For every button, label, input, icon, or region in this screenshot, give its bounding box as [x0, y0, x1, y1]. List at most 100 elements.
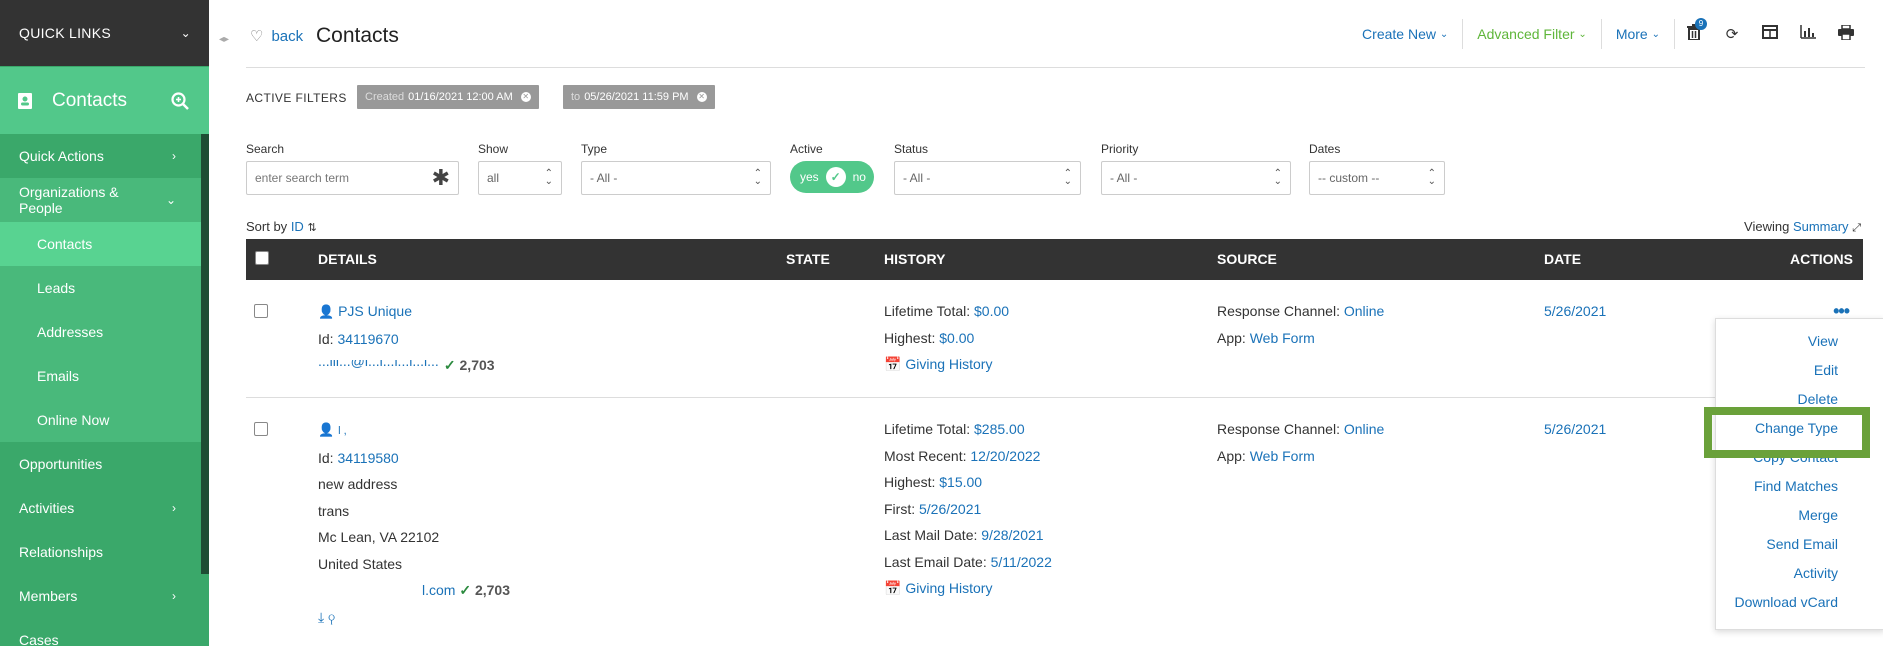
sidebar-item-relationships[interactable]: Relationships	[0, 530, 201, 574]
menu-item-view[interactable]: View	[1808, 333, 1838, 349]
sidebar-item-members[interactable]: Members ›	[0, 574, 201, 618]
type-select[interactable]: - All - ⌃ ⌄	[581, 161, 771, 195]
source-value[interactable]: Web Form	[1250, 330, 1315, 346]
history-value[interactable]: 5/26/2021	[919, 501, 981, 517]
chip-label: Created	[365, 91, 405, 103]
heart-icon[interactable]: ♡	[250, 27, 263, 45]
map-pin-icon[interactable]: ⚲	[328, 609, 335, 625]
email-link[interactable]: ...ili...@l...i...l...l...l...	[318, 360, 440, 370]
search-input[interactable]: enter search term ✱	[246, 161, 459, 195]
sidebar-item-label: Members	[19, 588, 78, 604]
active-toggle[interactable]: yes ✓ no	[790, 161, 874, 193]
history-value[interactable]: 9/28/2021	[981, 527, 1043, 543]
expand-icon[interactable]: ⤢	[1852, 222, 1861, 234]
chevron-down-icon: ⌄	[1651, 28, 1660, 40]
dates-select[interactable]: -- custom -- ⌃ ⌄	[1309, 161, 1445, 195]
menu-item-find-matches[interactable]: Find Matches	[1754, 478, 1838, 494]
chart-button[interactable]	[1789, 25, 1827, 43]
source-value[interactable]: Web Form	[1250, 448, 1315, 464]
menu-item-merge[interactable]: Merge	[1798, 507, 1838, 523]
viewing-mode-link[interactable]: Summary	[1793, 219, 1849, 234]
column-history[interactable]: HISTORY	[884, 251, 945, 267]
history-value[interactable]: 12/20/2022	[970, 448, 1040, 464]
actions-dropdown: View Edit Delete Change Type Copy Contac…	[1715, 318, 1883, 630]
refresh-button[interactable]: ⟳	[1713, 25, 1751, 43]
giving-history-label: Giving History	[905, 356, 993, 372]
sidebar-item-cases[interactable]: Cases	[0, 618, 201, 646]
print-button[interactable]	[1827, 23, 1865, 44]
remove-filter-icon[interactable]: ✕	[696, 92, 707, 102]
contact-name-link[interactable]: PJS Unique	[338, 303, 412, 319]
remove-filter-icon[interactable]: ✕	[520, 92, 531, 102]
select-all-checkbox[interactable]	[255, 251, 269, 265]
giving-history-link[interactable]: 📅 Giving History	[884, 580, 992, 596]
quick-links-toggle[interactable]: QUICK LINKS ⌄	[0, 0, 209, 66]
sort-field-link[interactable]: ID	[291, 219, 304, 234]
details-cell: 👤 PJS Unique Id: 34119670 ...ili...@l...…	[318, 298, 495, 379]
collapse-sidebar-icon[interactable]: ◂▸	[219, 34, 229, 45]
source-value[interactable]: Online	[1344, 421, 1384, 437]
create-new-button[interactable]: Create New ⌄	[1348, 26, 1462, 42]
column-date[interactable]: DATE	[1544, 251, 1581, 267]
sidebar-item-opportunities[interactable]: Opportunities	[0, 442, 201, 486]
sidebar-item-leads[interactable]: Leads	[0, 266, 201, 310]
history-cell: Lifetime Total: $285.00 Most Recent: 12/…	[884, 416, 1052, 602]
filter-chip-created[interactable]: Created 01/16/2021 12:00 AM ✕	[357, 85, 539, 109]
column-source[interactable]: SOURCE	[1217, 251, 1277, 267]
sidebar-item-emails[interactable]: Emails	[0, 354, 201, 398]
history-label: Last Mail Date:	[884, 527, 978, 543]
sidebar-item-online-now[interactable]: Online Now	[0, 398, 201, 442]
priority-select[interactable]: - All - ⌃ ⌄	[1101, 161, 1291, 195]
date-link[interactable]: 5/26/2021	[1544, 421, 1606, 437]
row-checkbox[interactable]	[254, 304, 268, 318]
sidebar-item-activities[interactable]: Activities ›	[0, 486, 201, 530]
status-select[interactable]: - All - ⌃ ⌄	[894, 161, 1081, 195]
sidebar-item-quick-actions[interactable]: Quick Actions ›	[0, 134, 201, 178]
trash-button[interactable]: 9	[1675, 18, 1713, 44]
sidebar-item-contacts[interactable]: Contacts	[0, 222, 201, 266]
email-link[interactable]: l.com	[422, 582, 455, 598]
history-value[interactable]: 5/11/2022	[991, 554, 1052, 570]
download-icon[interactable]: ⤓	[318, 609, 324, 625]
more-label: More	[1615, 26, 1648, 42]
menu-item-download-vcard[interactable]: Download vCard	[1735, 594, 1839, 610]
menu-item-delete[interactable]: Delete	[1798, 391, 1838, 407]
column-state[interactable]: STATE	[786, 251, 830, 267]
bar-chart-icon	[1800, 25, 1816, 39]
sidebar-item-label: Opportunities	[19, 456, 103, 472]
sort-label: Sort by	[246, 219, 288, 234]
check-icon: ✓	[459, 582, 472, 598]
column-details[interactable]: DETAILS	[318, 251, 377, 267]
sort-order-icon[interactable]: ⇅	[307, 222, 316, 234]
history-value[interactable]: $0.00	[974, 303, 1009, 319]
sidebar-item-organizations-people[interactable]: Organizations & People ⌄	[0, 178, 201, 222]
contact-id-link[interactable]: 34119670	[337, 331, 398, 347]
priority-value: - All -	[1110, 171, 1138, 185]
sidebar-item-addresses[interactable]: Addresses	[0, 310, 201, 354]
search-zoom-icon[interactable]	[171, 91, 189, 110]
status-value: - All -	[903, 171, 931, 185]
filter-chip-to[interactable]: to 05/26/2021 11:59 PM ✕	[563, 85, 715, 109]
history-value[interactable]: $0.00	[939, 330, 974, 346]
menu-item-send-email[interactable]: Send Email	[1766, 536, 1838, 552]
menu-item-edit[interactable]: Edit	[1814, 362, 1838, 378]
row-checkbox[interactable]	[254, 422, 268, 436]
table-view-button[interactable]	[1751, 25, 1789, 43]
more-button[interactable]: More ⌄	[1602, 26, 1674, 42]
contact-name-link[interactable]: l ,	[338, 425, 347, 437]
history-value[interactable]: $285.00	[974, 421, 1025, 437]
giving-history-link[interactable]: 📅 Giving History	[884, 356, 992, 372]
advanced-filter-button[interactable]: Advanced Filter ⌄	[1463, 26, 1601, 42]
show-select[interactable]: all ⌃ ⌄	[478, 161, 562, 195]
contact-id-link[interactable]: 34119580	[337, 450, 398, 466]
back-link[interactable]: ♡ back	[250, 27, 303, 46]
menu-item-activity[interactable]: Activity	[1794, 565, 1838, 581]
chevron-down-icon: ⌄	[1578, 28, 1587, 40]
source-label: App:	[1217, 447, 1246, 464]
source-value[interactable]: Online	[1344, 303, 1384, 319]
sidebar-item-label: Quick Actions	[19, 148, 104, 164]
asterisk-icon[interactable]: ✱	[432, 167, 450, 189]
history-value[interactable]: $15.00	[939, 474, 982, 490]
date-link[interactable]: 5/26/2021	[1544, 303, 1606, 319]
score-value: 2,703	[474, 582, 511, 598]
